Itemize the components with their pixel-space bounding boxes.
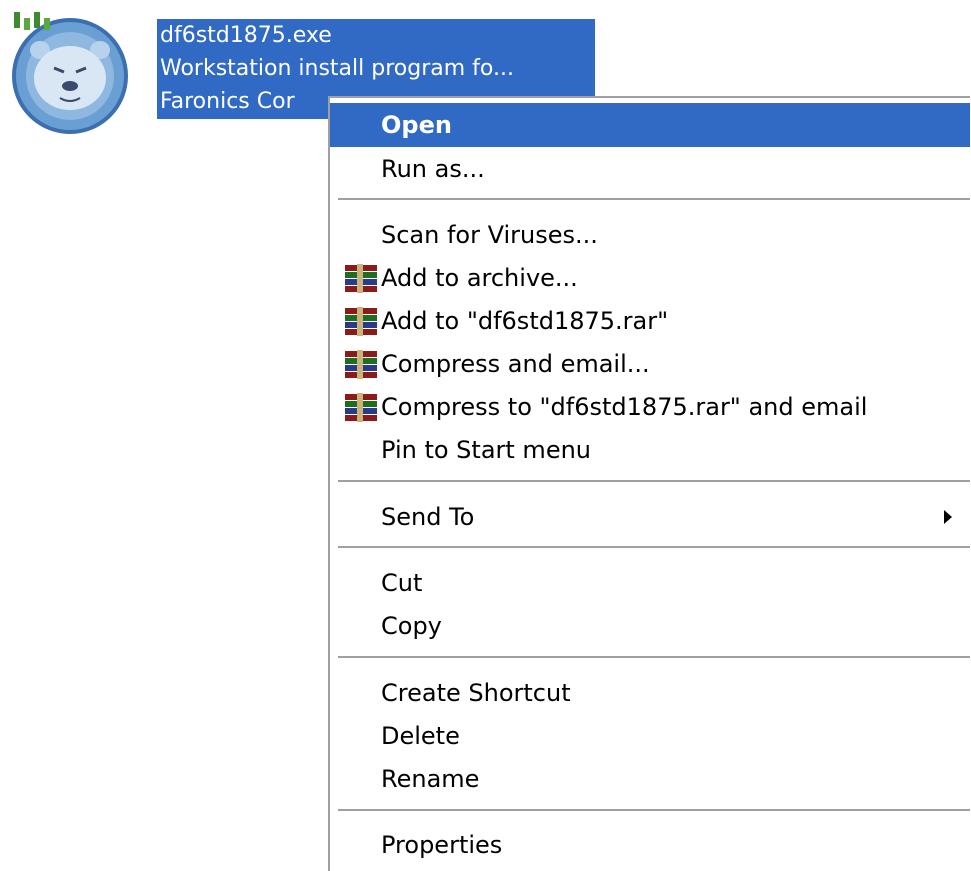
menu-separator — [338, 809, 970, 811]
deep-freeze-bear-icon[interactable] — [10, 10, 134, 134]
menu-item-cut[interactable]: Cut — [330, 561, 970, 605]
menu-item-send-to[interactable]: Send To — [330, 495, 970, 539]
file-name: df6std1875.exe — [160, 23, 332, 48]
menu-item-send-to-label: Send To — [381, 503, 475, 531]
menu-item-delete-label: Delete — [381, 722, 460, 750]
menu-item-copy-label: Copy — [381, 612, 442, 640]
menu-item-scan-viruses-label: Scan for Viruses... — [381, 221, 598, 249]
menu-item-pin-start-label: Pin to Start menu — [381, 436, 591, 464]
menu-item-create-shortcut-label: Create Shortcut — [381, 679, 571, 707]
menu-item-compress-email[interactable]: Compress and email... — [330, 342, 970, 386]
menu-item-cut-label: Cut — [381, 569, 423, 597]
menu-item-rename-label: Rename — [381, 765, 480, 793]
menu-item-delete[interactable]: Delete — [330, 714, 970, 758]
menu-item-properties-label: Properties — [381, 831, 503, 859]
menu-separator — [338, 546, 970, 548]
triangle-right-icon — [944, 510, 952, 524]
menu-item-copy[interactable]: Copy — [330, 604, 970, 648]
winrar-books-icon — [345, 264, 377, 293]
menu-item-compress-email-label: Compress and email... — [381, 350, 650, 378]
winrar-books-icon — [345, 307, 377, 336]
menu-item-add-to-archive[interactable]: Add to archive... — [330, 256, 970, 300]
menu-item-run-as[interactable]: Run as... — [330, 147, 970, 191]
file-description: Workstation install program fo... — [160, 56, 514, 81]
menu-separator — [338, 480, 970, 482]
menu-item-add-to-rar-label: Add to "df6std1875.rar" — [381, 307, 669, 335]
menu-item-rename[interactable]: Rename — [330, 757, 970, 801]
menu-item-add-to-rar[interactable]: Add to "df6std1875.rar" — [330, 299, 970, 343]
menu-item-add-to-archive-label: Add to archive... — [381, 264, 578, 292]
menu-separator — [338, 656, 970, 658]
menu-separator — [338, 198, 970, 200]
menu-item-compress-rar-email-label: Compress to "df6std1875.rar" and email — [381, 393, 868, 421]
winrar-books-icon — [345, 350, 377, 379]
context-menu: Open Run as... Scan for Viruses... Add t… — [328, 96, 970, 871]
menu-item-run-as-label: Run as... — [381, 155, 485, 183]
menu-item-open[interactable]: Open — [330, 103, 970, 147]
menu-item-scan-viruses[interactable]: Scan for Viruses... — [330, 213, 970, 257]
menu-item-create-shortcut[interactable]: Create Shortcut — [330, 671, 970, 715]
menu-item-open-label: Open — [381, 111, 452, 139]
menu-item-properties[interactable]: Properties — [330, 823, 970, 867]
menu-item-pin-start[interactable]: Pin to Start menu — [330, 428, 970, 472]
winrar-books-icon — [345, 393, 377, 422]
menu-item-compress-rar-email[interactable]: Compress to "df6std1875.rar" and email — [330, 385, 970, 429]
